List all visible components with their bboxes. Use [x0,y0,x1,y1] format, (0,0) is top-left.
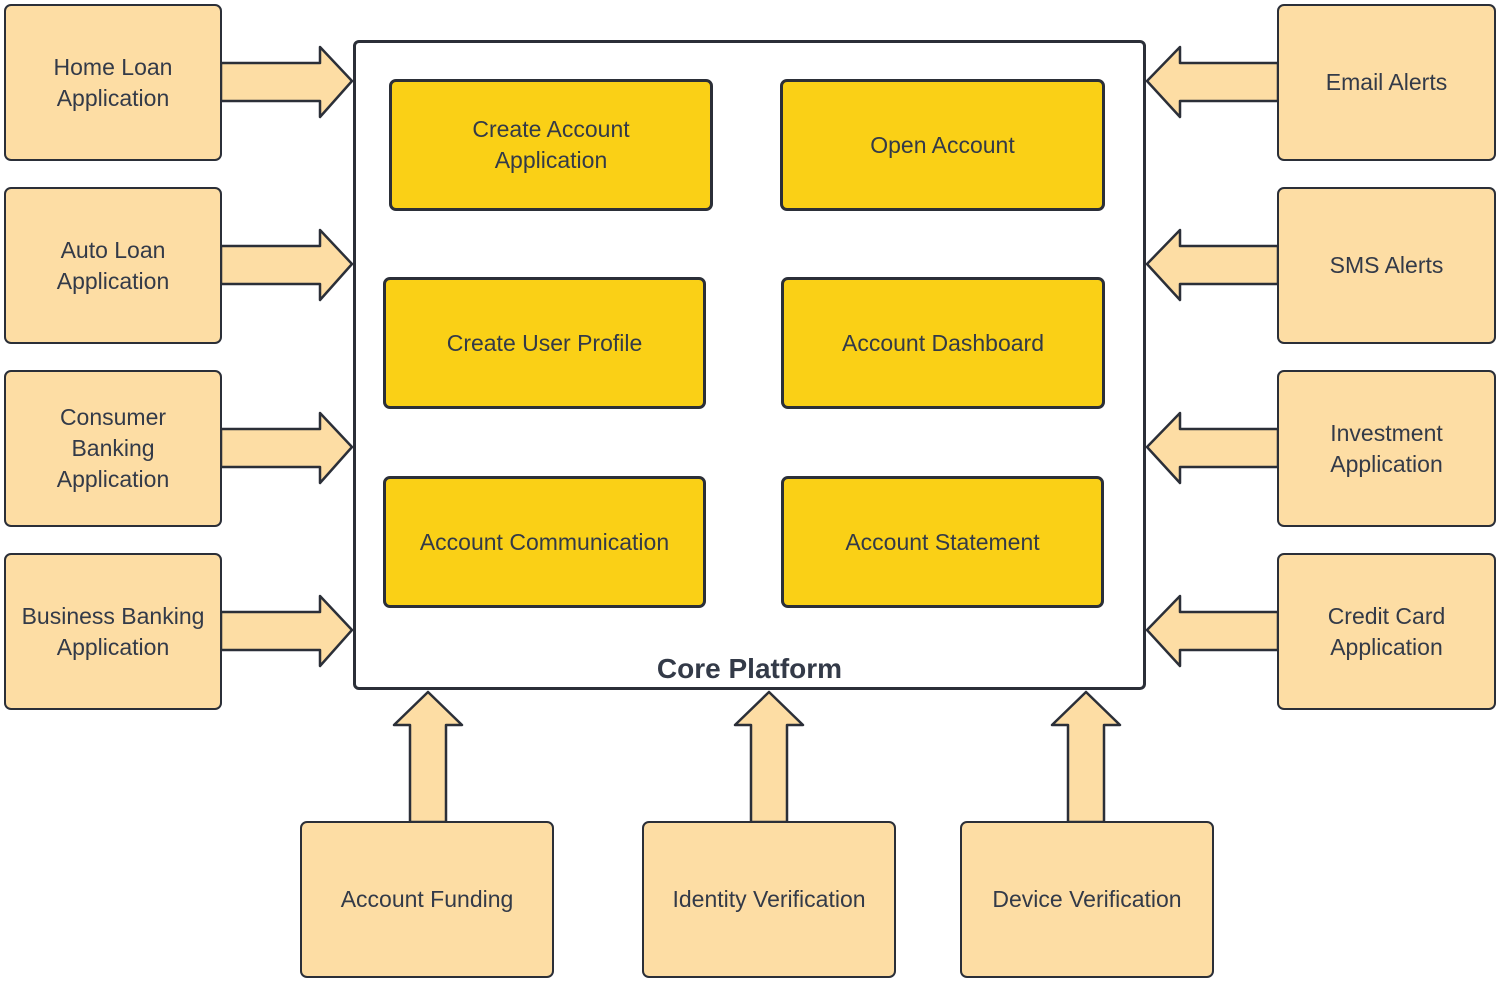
input-label: SMS Alerts [1329,252,1444,278]
module-account-dashboard: Account Dashboard [781,277,1105,409]
input-email-alerts: Email Alerts [1277,4,1496,161]
input-business-banking-application: Business Banking Application [4,553,222,710]
arrow-credit-card-to-core [1145,594,1280,668]
module-create-user-profile: Create User Profile [383,277,706,409]
module-label: Account Dashboard [841,329,1044,356]
module-label: Account Communication [419,528,670,555]
arrow-account-funding-to-core [392,690,464,824]
arrow-consumer-banking-to-core [219,411,354,485]
module-account-statement: Account Statement [781,476,1104,608]
input-credit-card-application: Credit Card Application [1277,553,1496,710]
input-label: Identity Verification [672,886,866,912]
input-account-funding: Account Funding [300,821,554,978]
arrow-investment-to-core [1145,411,1280,485]
arrow-business-banking-to-core [219,594,354,668]
input-identity-verification: Identity Verification [642,821,896,978]
input-label: Email Alerts [1325,69,1448,95]
input-label: Device Verification [992,886,1182,912]
module-label: Create User Profile [446,329,643,356]
input-label: Account Funding [340,886,514,912]
input-auto-loan-application: Auto Loan Application [4,187,222,344]
module-label: Open Account [870,131,1015,158]
arrow-identity-verification-to-core [733,690,805,824]
input-label: Business Banking Application [21,602,205,660]
core-platform-title: Core Platform [656,653,843,684]
input-sms-alerts: SMS Alerts [1277,187,1496,344]
input-device-verification: Device Verification [960,821,1214,978]
input-home-loan-application: Home Loan Application [4,4,222,161]
input-label: Auto Loan Application [56,236,170,294]
arrow-home-loan-to-core [219,45,354,119]
arrow-email-alerts-to-core [1145,45,1280,119]
module-label: Create Account Application [472,116,630,173]
module-open-account: Open Account [780,79,1105,211]
module-account-communication: Account Communication [383,476,706,608]
module-label: Account Statement [845,528,1040,555]
input-label: Consumer Banking Application [56,404,170,492]
input-label: Credit Card Application [1327,602,1446,660]
arrow-device-verification-to-core [1050,690,1122,824]
module-create-account-application: Create Account Application [389,79,713,211]
arrow-auto-loan-to-core [219,228,354,302]
input-label: Investment Application [1330,419,1443,477]
input-label: Home Loan Application [53,53,173,111]
arrow-sms-alerts-to-core [1145,228,1280,302]
input-investment-application: Investment Application [1277,370,1496,527]
input-consumer-banking-application: Consumer Banking Application [4,370,222,527]
